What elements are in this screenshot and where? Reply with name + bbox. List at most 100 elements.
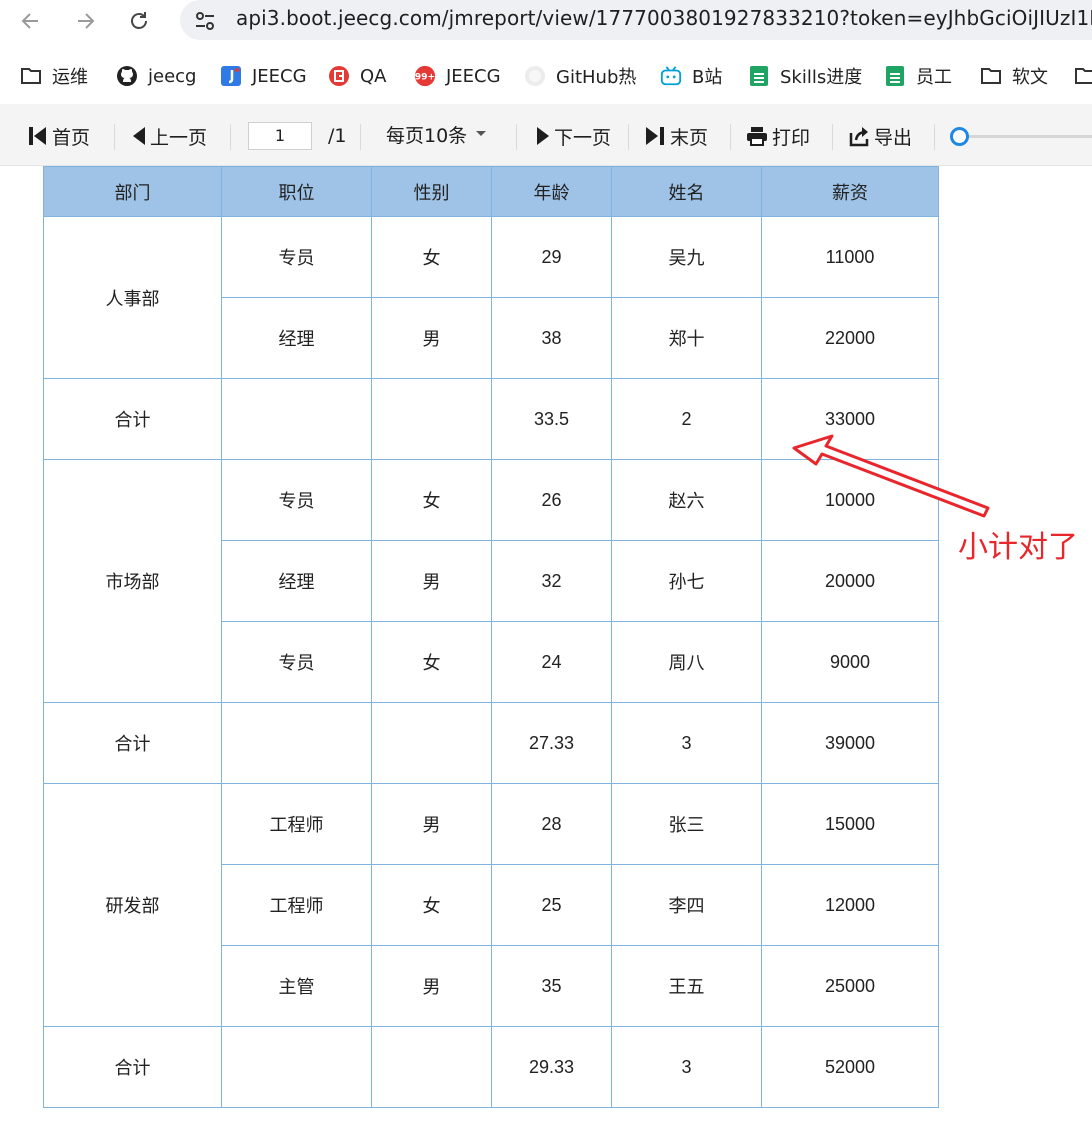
bookmark-ruanwen[interactable]: 软文 [980,63,1048,89]
empty-cell [221,378,372,460]
table-header-row: 部门 职位 性别 年龄 姓名 薪资 [43,166,939,217]
position-cell: 经理 [221,297,372,379]
page-size-select[interactable]: 每页10条 [386,120,491,148]
url-text[interactable]: api3.boot.jeecg.com/jmreport/view/177700… [236,6,1092,30]
position-cell: 经理 [221,540,372,622]
bookmark-jeecg-99[interactable]: 99+ JEECG [414,63,501,89]
sheet-icon [884,65,906,87]
zoom-slider-track[interactable] [950,135,1092,138]
name-cell: 王五 [611,945,762,1027]
subtotal-salary: 52000 [761,1026,939,1108]
age-cell: 35 [491,945,612,1027]
name-cell: 吴九 [611,216,762,298]
folder-icon [980,65,1002,87]
subtotal-age: 29.33 [491,1026,612,1108]
bookmark-label: JEECG [446,65,501,87]
salary-cell: 12000 [761,864,939,946]
toolbar-divider [730,124,731,150]
subtotal-row: 合计 29.33 3 52000 [43,1026,939,1108]
age-cell: 29 [491,216,612,298]
folder-icon [20,65,42,87]
zoom-slider-handle[interactable] [950,127,969,146]
back-button[interactable] [16,6,46,36]
position-cell: 主管 [221,945,372,1027]
dept-cell: 研发部 [43,783,222,1027]
bookmark-label: 运维 [52,67,88,88]
prev-page-label: 上一页 [150,126,208,149]
subtotal-count: 3 [611,1026,762,1108]
page-number-input[interactable]: 1 [248,122,312,150]
prev-page-button[interactable]: 上一页 [132,122,207,150]
dept-cell: 人事部 [43,216,222,379]
print-label: 打印 [772,126,811,149]
chevron-down-icon [476,131,487,136]
empty-cell [371,1026,492,1108]
bookmark-bilibili[interactable]: B站 [660,63,722,89]
gender-cell: 女 [371,459,492,541]
bookmark-overflow[interactable] [1074,63,1092,89]
browser-address-bar: api3.boot.jeecg.com/jmreport/view/177700… [0,0,1092,44]
gender-cell: 女 [371,864,492,946]
export-button[interactable]: 导出 [848,122,912,150]
next-page-button[interactable]: 下一页 [536,122,611,150]
bookmark-jeecg-github[interactable]: jeecg [116,63,196,89]
jeecg-icon [220,65,242,87]
position-cell: 工程师 [221,783,372,865]
bookmark-label: 软文 [1012,67,1048,88]
salary-cell: 15000 [761,783,939,865]
github-icon [524,65,546,87]
subtotal-label: 合计 [43,702,222,784]
forward-button[interactable] [70,6,100,36]
table-row: 人事部 专员 女 29 吴九 11000 [43,216,939,379]
page-total-label: /1 [328,125,347,147]
age-cell: 28 [491,783,612,865]
subtotal-count: 3 [611,702,762,784]
bookmark-label: JEECG [252,65,307,87]
name-cell: 孙七 [611,540,762,622]
header-dept: 部门 [43,166,222,217]
reload-icon [131,12,147,29]
last-page-button[interactable]: 末页 [644,122,708,150]
bookmark-label: 员工 [916,67,952,88]
name-cell: 周八 [611,621,762,703]
name-cell: 赵六 [611,459,762,541]
toolbar-divider [114,124,115,150]
bookmark-employee[interactable]: 员工 [884,63,952,89]
empty-cell [221,702,372,784]
bookmark-yunwei[interactable]: 运维 [20,63,88,89]
subtotal-age: 27.33 [491,702,612,784]
header-position: 职位 [221,166,372,217]
print-button[interactable]: 打印 [746,122,810,150]
bookmark-skills[interactable]: Skills进度 [748,63,862,89]
bookmark-label: GitHub热 [556,67,637,88]
site-settings-icon[interactable] [192,8,218,34]
qa-icon [328,65,350,87]
dept-cell: 市场部 [43,459,222,703]
arrow-right-icon [78,13,95,29]
salary-cell: 11000 [761,216,939,298]
header-gender: 性别 [371,166,492,217]
bookmark-github-hot[interactable]: GitHub热 [524,63,636,89]
bookmarks-bar: 运维 jeecg JEECG QA 99+ JEECG GitHub热 B站 S… [0,54,1092,98]
gender-cell: 女 [371,621,492,703]
page-total: /1 [328,122,347,150]
toolbar-divider [628,124,629,150]
name-cell: 张三 [611,783,762,865]
salary-cell: 20000 [761,540,939,622]
first-page-button[interactable]: 首页 [28,122,90,150]
position-cell: 专员 [221,459,372,541]
subtotal-age: 33.5 [491,378,612,460]
export-icon [849,127,869,147]
export-label: 导出 [874,126,913,149]
position-cell: 工程师 [221,864,372,946]
badge-99-icon: 99+ [414,65,436,87]
bookmark-label: Skills进度 [780,67,863,88]
bookmark-qa[interactable]: QA [328,63,386,89]
toolbar-divider [934,124,935,150]
bookmark-label: jeecg [148,65,197,87]
reload-button[interactable] [124,6,154,36]
name-cell: 郑十 [611,297,762,379]
bookmark-jeecg[interactable]: JEECG [220,63,307,89]
last-page-label: 末页 [670,126,709,149]
sheet-icon [748,65,770,87]
